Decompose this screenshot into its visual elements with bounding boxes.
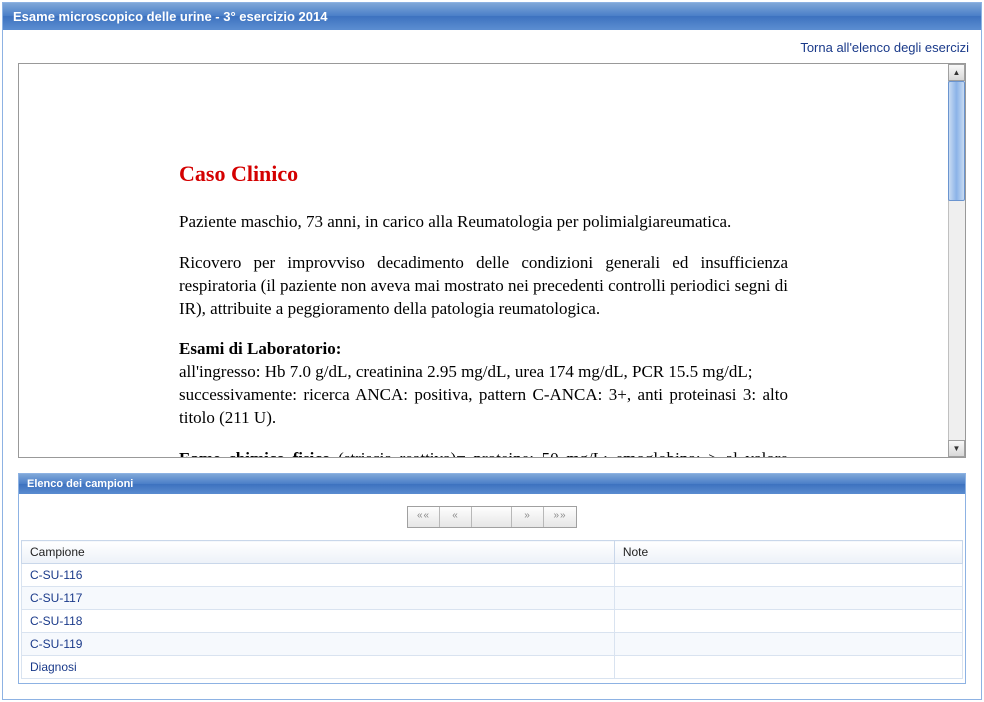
table-row: C-SU-118 (22, 610, 963, 633)
document-content: Caso Clinico Paziente maschio, 73 anni, … (19, 64, 948, 457)
page-first-button[interactable]: «« (408, 507, 440, 527)
table-row: C-SU-119 (22, 633, 963, 656)
sample-note (614, 564, 962, 587)
chem-block: Eame chimico fisico (striscia reattiva)=… (179, 448, 788, 457)
samples-panel-title: Elenco dei campioni (19, 474, 965, 494)
page-prev-button[interactable]: « (440, 507, 472, 527)
chem-label: Eame chimico fisico (179, 449, 330, 457)
page-last-button[interactable]: »» (544, 507, 576, 527)
case-intro: Paziente maschio, 73 anni, in carico all… (179, 211, 788, 234)
sample-link[interactable]: C-SU-116 (30, 568, 82, 582)
sample-note (614, 633, 962, 656)
scroll-up-arrow-icon[interactable]: ▲ (948, 64, 965, 81)
page-title: Esame microscopico delle urine - 3° eser… (3, 3, 981, 30)
lab-label: Esami di Laboratorio: (179, 339, 341, 358)
sample-link[interactable]: C-SU-118 (30, 614, 82, 628)
back-link-row: Torna all'elenco degli esercizi (3, 30, 981, 63)
sample-link[interactable]: C-SU-119 (30, 637, 82, 651)
case-history: Ricovero per improvviso decadimento dell… (179, 252, 788, 321)
scrollbar-thumb[interactable] (948, 81, 965, 201)
table-row: Diagnosi (22, 656, 963, 679)
lab-line-2: successivamente: ricerca ANCA: positiva,… (179, 385, 788, 427)
sample-note (614, 610, 962, 633)
document-frame: Caso Clinico Paziente maschio, 73 anni, … (18, 63, 966, 458)
sample-note (614, 656, 962, 679)
scroll-down-arrow-icon[interactable]: ▼ (948, 440, 965, 457)
lab-block: Esami di Laboratorio: all'ingresso: Hb 7… (179, 338, 788, 430)
col-note: Note (614, 541, 962, 564)
table-row: C-SU-116 (22, 564, 963, 587)
table-row: C-SU-117 (22, 587, 963, 610)
case-title: Caso Clinico (179, 159, 788, 189)
main-panel: Esame microscopico delle urine - 3° eser… (2, 2, 982, 700)
page-number-display (472, 507, 512, 527)
samples-panel: Elenco dei campioni «« « » »» Campione N… (18, 473, 966, 684)
samples-table: Campione Note C-SU-116 C-SU-117 C-SU-118 (21, 540, 963, 679)
page-next-button[interactable]: » (512, 507, 544, 527)
lab-line-1: all'ingresso: Hb 7.0 g/dL, creatinina 2.… (179, 362, 752, 381)
back-to-list-link[interactable]: Torna all'elenco degli esercizi (800, 40, 969, 55)
sample-link[interactable]: Diagnosi (30, 660, 77, 674)
scrollbar-track[interactable]: ▲ ▼ (948, 64, 965, 457)
sample-note (614, 587, 962, 610)
paginator: «« « » »» (19, 494, 965, 540)
sample-link[interactable]: C-SU-117 (30, 591, 82, 605)
col-campione: Campione (22, 541, 615, 564)
